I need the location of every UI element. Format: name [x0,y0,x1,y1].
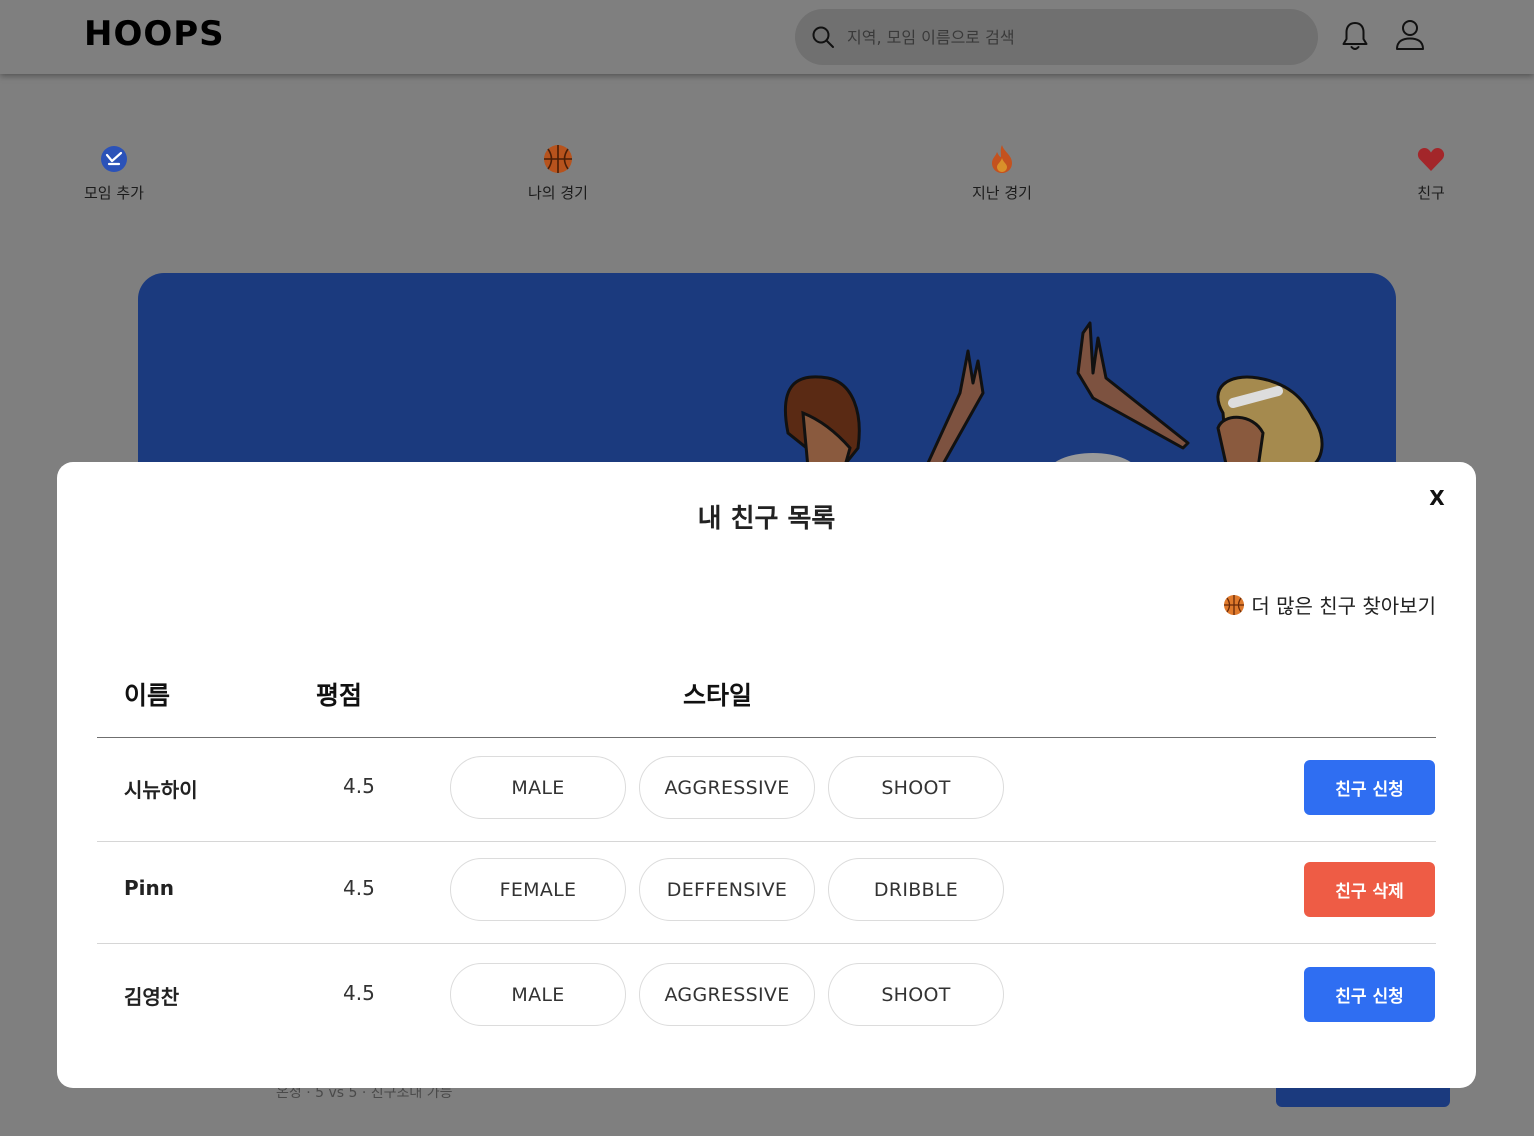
quick-add-meeting[interactable]: 모임 추가 [84,144,144,203]
bell-icon[interactable] [1340,20,1370,52]
friend-row: 김영찬 4.5 MALE AGGRESSIVE SHOOT 친구 신청 [97,945,1436,1049]
add-meeting-icon [99,144,129,174]
friend-row: 시뉴하이 4.5 MALE AGGRESSIVE SHOOT 친구 신청 [97,738,1436,842]
modal-title: 내 친구 목록 [697,504,836,534]
style-tag: FEMALE [450,858,626,921]
friend-rating: 4.5 [343,981,375,1005]
friend-request-button[interactable]: 친구 신청 [1304,967,1435,1022]
quick-my-games[interactable]: 나의 경기 [528,144,588,203]
top-header: HOOPS [0,0,1534,74]
friend-name: 김영찬 [124,985,180,1009]
friend-row: Pinn 4.5 FEMALE DEFFENSIVE DRIBBLE 친구 삭제 [97,840,1436,944]
column-header-style: 스타일 [683,681,753,710]
quick-label: 모임 추가 [84,184,144,202]
column-header-rating: 평점 [316,681,363,710]
quick-friends[interactable]: 친구 [1416,144,1446,203]
style-tag: DEFFENSIVE [639,858,815,921]
search-input[interactable] [847,9,1287,65]
heart-icon [1416,144,1446,174]
search-bar[interactable] [795,9,1318,65]
search-icon [812,26,834,48]
style-tag: MALE [450,963,626,1026]
row-divider [97,943,1436,944]
close-button[interactable]: X [1425,486,1449,512]
column-header-name: 이름 [124,681,171,710]
friend-name: Pinn [124,876,174,900]
friends-modal: 내 친구 목록 X 더 많은 친구 찾아보기 이름 평점 스타일 시뉴하이 4.… [57,462,1476,1088]
quick-label: 나의 경기 [528,184,588,202]
friend-request-button[interactable]: 친구 신청 [1304,760,1435,815]
style-tag: AGGRESSIVE [639,963,815,1026]
quick-label: 친구 [1417,184,1445,202]
style-tag: SHOOT [828,756,1004,819]
basketball-icon [1224,594,1245,615]
find-more-label: 더 많은 친구 찾아보기 [1251,594,1436,618]
quick-label: 지난 경기 [972,184,1032,202]
style-tag: AGGRESSIVE [639,756,815,819]
style-tag: DRIBBLE [828,858,1004,921]
quick-past-games[interactable]: 지난 경기 [972,144,1032,203]
friend-rating: 4.5 [343,774,375,798]
friend-name: 시뉴하이 [124,778,198,802]
find-more-friends-link[interactable]: 더 많은 친구 찾아보기 [1223,590,1436,619]
user-icon[interactable] [1394,18,1426,52]
style-tag: MALE [450,756,626,819]
friend-delete-button[interactable]: 친구 삭제 [1304,862,1435,917]
fire-icon [987,144,1017,174]
friend-rating: 4.5 [343,876,375,900]
basketball-icon [543,144,573,174]
logo[interactable]: HOOPS [84,14,225,54]
style-tag: SHOOT [828,963,1004,1026]
